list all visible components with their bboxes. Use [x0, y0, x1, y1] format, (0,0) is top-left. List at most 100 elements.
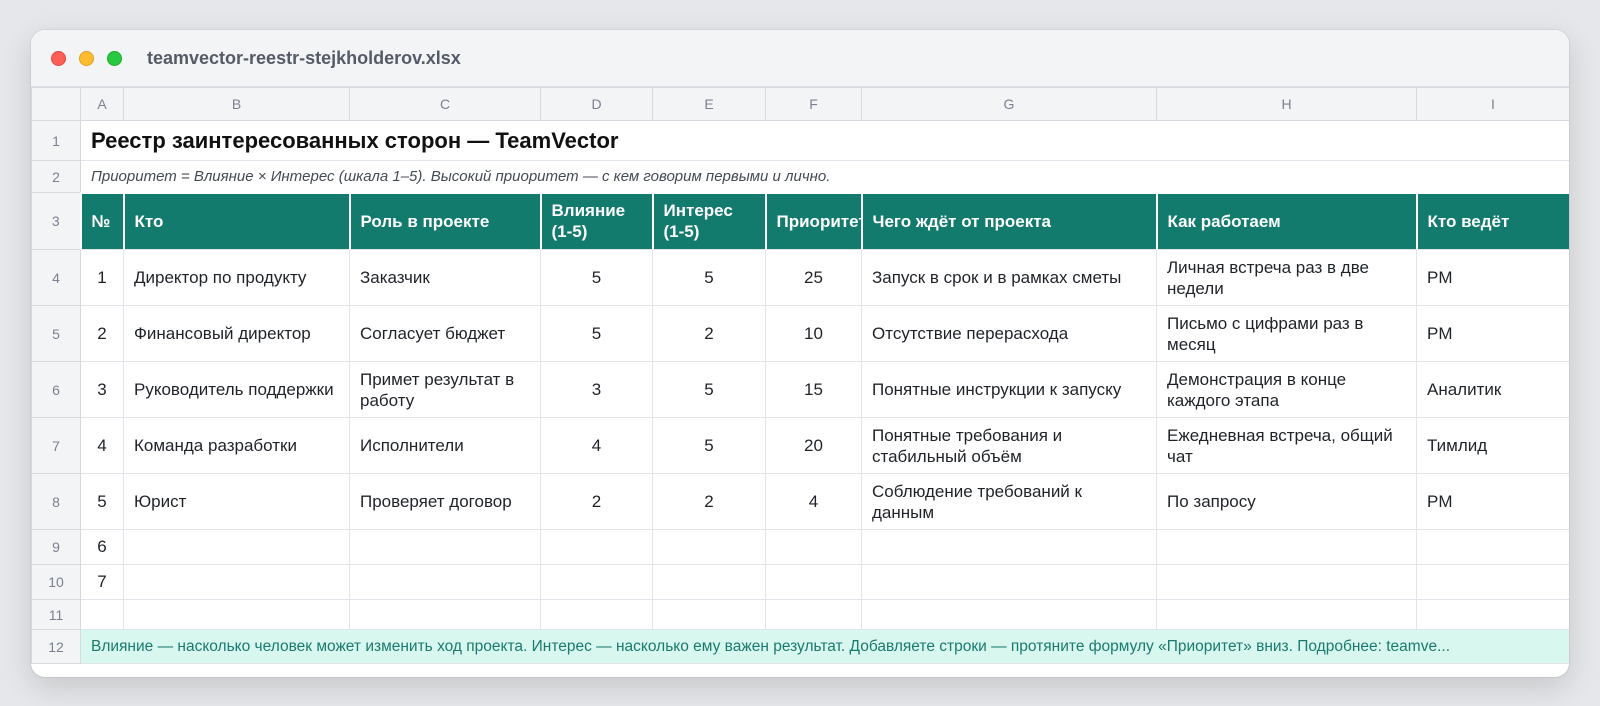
header-cell-interest[interactable]: Интерес (1-5) [651, 191, 767, 250]
cell-priority[interactable]: 25 [765, 249, 862, 306]
row-header-1[interactable]: 1 [31, 120, 81, 161]
row-header-2[interactable]: 2 [31, 160, 81, 193]
cell-expects[interactable]: Соблюдение требований к данным [861, 473, 1157, 530]
cell-priority[interactable]: 10 [765, 305, 862, 362]
header-cell-influence[interactable]: Влияние (1-5) [539, 191, 654, 250]
row-header-8[interactable]: 8 [31, 473, 81, 530]
column-header-f[interactable]: F [765, 87, 862, 121]
cell-role[interactable]: Заказчик [349, 249, 541, 306]
cell-role[interactable]: Исполнители [349, 417, 541, 474]
sheet-subtitle-cell[interactable]: Приоритет = Влияние × Интерес (шкала 1–5… [80, 160, 1569, 193]
cell-expects[interactable]: Отсутствие перерасхода [861, 305, 1157, 362]
empty-cell[interactable] [80, 599, 124, 630]
cell-who[interactable]: Команда разработки [123, 417, 350, 474]
cell-num[interactable]: 7 [80, 564, 124, 600]
cell-num[interactable]: 4 [80, 417, 124, 474]
empty-cell[interactable] [349, 599, 541, 630]
row-header-9[interactable]: 9 [31, 529, 81, 565]
footer-note-cell[interactable]: Влияние — насколько человек может измени… [80, 629, 1569, 664]
cell-expects[interactable]: Понятные инструкции к запуску [861, 361, 1157, 418]
empty-cell[interactable] [349, 564, 541, 600]
cell-num[interactable]: 2 [80, 305, 124, 362]
cell-influence[interactable]: 5 [540, 249, 653, 306]
column-header-h[interactable]: H [1156, 87, 1417, 121]
cell-role[interactable]: Согласует бюджет [349, 305, 541, 362]
cell-owner[interactable]: PM [1416, 249, 1569, 306]
cell-interest[interactable]: 5 [652, 361, 766, 418]
empty-cell[interactable] [1156, 529, 1417, 565]
empty-cell[interactable] [123, 599, 350, 630]
cell-num[interactable]: 1 [80, 249, 124, 306]
column-header-e[interactable]: E [652, 87, 766, 121]
row-header-4[interactable]: 4 [31, 249, 81, 306]
row-header-11[interactable]: 11 [31, 599, 81, 630]
cell-interest[interactable]: 2 [652, 473, 766, 530]
empty-cell[interactable] [1156, 599, 1417, 630]
sheet-title-cell[interactable]: Реестр заинтересованных сторон — TeamVec… [80, 120, 1569, 161]
row-header-3[interactable]: 3 [31, 192, 81, 250]
column-header-c[interactable]: C [349, 87, 541, 121]
header-cell-expects[interactable]: Чего ждёт от проекта [860, 191, 1158, 250]
cell-owner[interactable]: Аналитик [1416, 361, 1569, 418]
empty-cell[interactable] [1416, 599, 1569, 630]
cell-who[interactable]: Финансовый директор [123, 305, 350, 362]
empty-cell[interactable] [349, 529, 541, 565]
column-header-a[interactable]: A [80, 87, 124, 121]
empty-cell[interactable] [540, 564, 653, 600]
row-header-10[interactable]: 10 [31, 564, 81, 600]
row-header-12[interactable]: 12 [31, 629, 81, 664]
cell-priority[interactable]: 20 [765, 417, 862, 474]
cell-num[interactable]: 3 [80, 361, 124, 418]
header-cell-who[interactable]: Кто [122, 191, 351, 250]
cell-num[interactable]: 6 [80, 529, 124, 565]
empty-cell[interactable] [652, 599, 766, 630]
cell-role[interactable]: Проверяет договор [349, 473, 541, 530]
cell-owner[interactable]: PM [1416, 473, 1569, 530]
empty-cell[interactable] [540, 599, 653, 630]
column-header-i[interactable]: I [1416, 87, 1569, 121]
cell-how[interactable]: Письмо с цифрами раз в месяц [1156, 305, 1417, 362]
cell-interest[interactable]: 5 [652, 417, 766, 474]
cell-priority[interactable]: 4 [765, 473, 862, 530]
header-cell-role[interactable]: Роль в проекте [348, 191, 542, 250]
cell-role[interactable]: Примет результат в работу [349, 361, 541, 418]
close-window-button[interactable] [51, 50, 66, 66]
empty-cell[interactable] [765, 529, 862, 565]
empty-cell[interactable] [861, 599, 1157, 630]
row-header-7[interactable]: 7 [31, 417, 81, 474]
cell-influence[interactable]: 5 [540, 305, 653, 362]
empty-cell[interactable] [1416, 564, 1569, 600]
select-all-corner[interactable] [31, 87, 81, 121]
cell-who[interactable]: Руководитель поддержки [123, 361, 350, 418]
empty-cell[interactable] [765, 599, 862, 630]
cell-owner[interactable]: PM [1416, 305, 1569, 362]
column-header-d[interactable]: D [540, 87, 653, 121]
empty-cell[interactable] [861, 564, 1157, 600]
cell-who[interactable]: Директор по продукту [123, 249, 350, 306]
empty-cell[interactable] [652, 564, 766, 600]
empty-cell[interactable] [765, 564, 862, 600]
cell-how[interactable]: По запросу [1156, 473, 1417, 530]
cell-how[interactable]: Демонстрация в конце каждого этапа [1156, 361, 1417, 418]
empty-cell[interactable] [123, 564, 350, 600]
header-cell-priority[interactable]: Приоритет [764, 191, 863, 250]
row-header-6[interactable]: 6 [31, 361, 81, 418]
header-cell-how[interactable]: Как работаем [1155, 191, 1418, 250]
cell-how[interactable]: Личная встреча раз в две недели [1156, 249, 1417, 306]
cell-owner[interactable]: Тимлид [1416, 417, 1569, 474]
empty-cell[interactable] [1156, 564, 1417, 600]
cell-influence[interactable]: 4 [540, 417, 653, 474]
cell-interest[interactable]: 2 [652, 305, 766, 362]
row-header-5[interactable]: 5 [31, 305, 81, 362]
cell-how[interactable]: Ежедневная встреча, общий чат [1156, 417, 1417, 474]
minimize-window-button[interactable] [79, 50, 94, 66]
header-cell-num[interactable]: № [79, 191, 125, 250]
empty-cell[interactable] [123, 529, 350, 565]
column-header-b[interactable]: B [123, 87, 350, 121]
cell-influence[interactable]: 3 [540, 361, 653, 418]
empty-cell[interactable] [652, 529, 766, 565]
cell-influence[interactable]: 2 [540, 473, 653, 530]
cell-interest[interactable]: 5 [652, 249, 766, 306]
cell-expects[interactable]: Понятные требования и стабильный объём [861, 417, 1157, 474]
column-header-g[interactable]: G [861, 87, 1157, 121]
